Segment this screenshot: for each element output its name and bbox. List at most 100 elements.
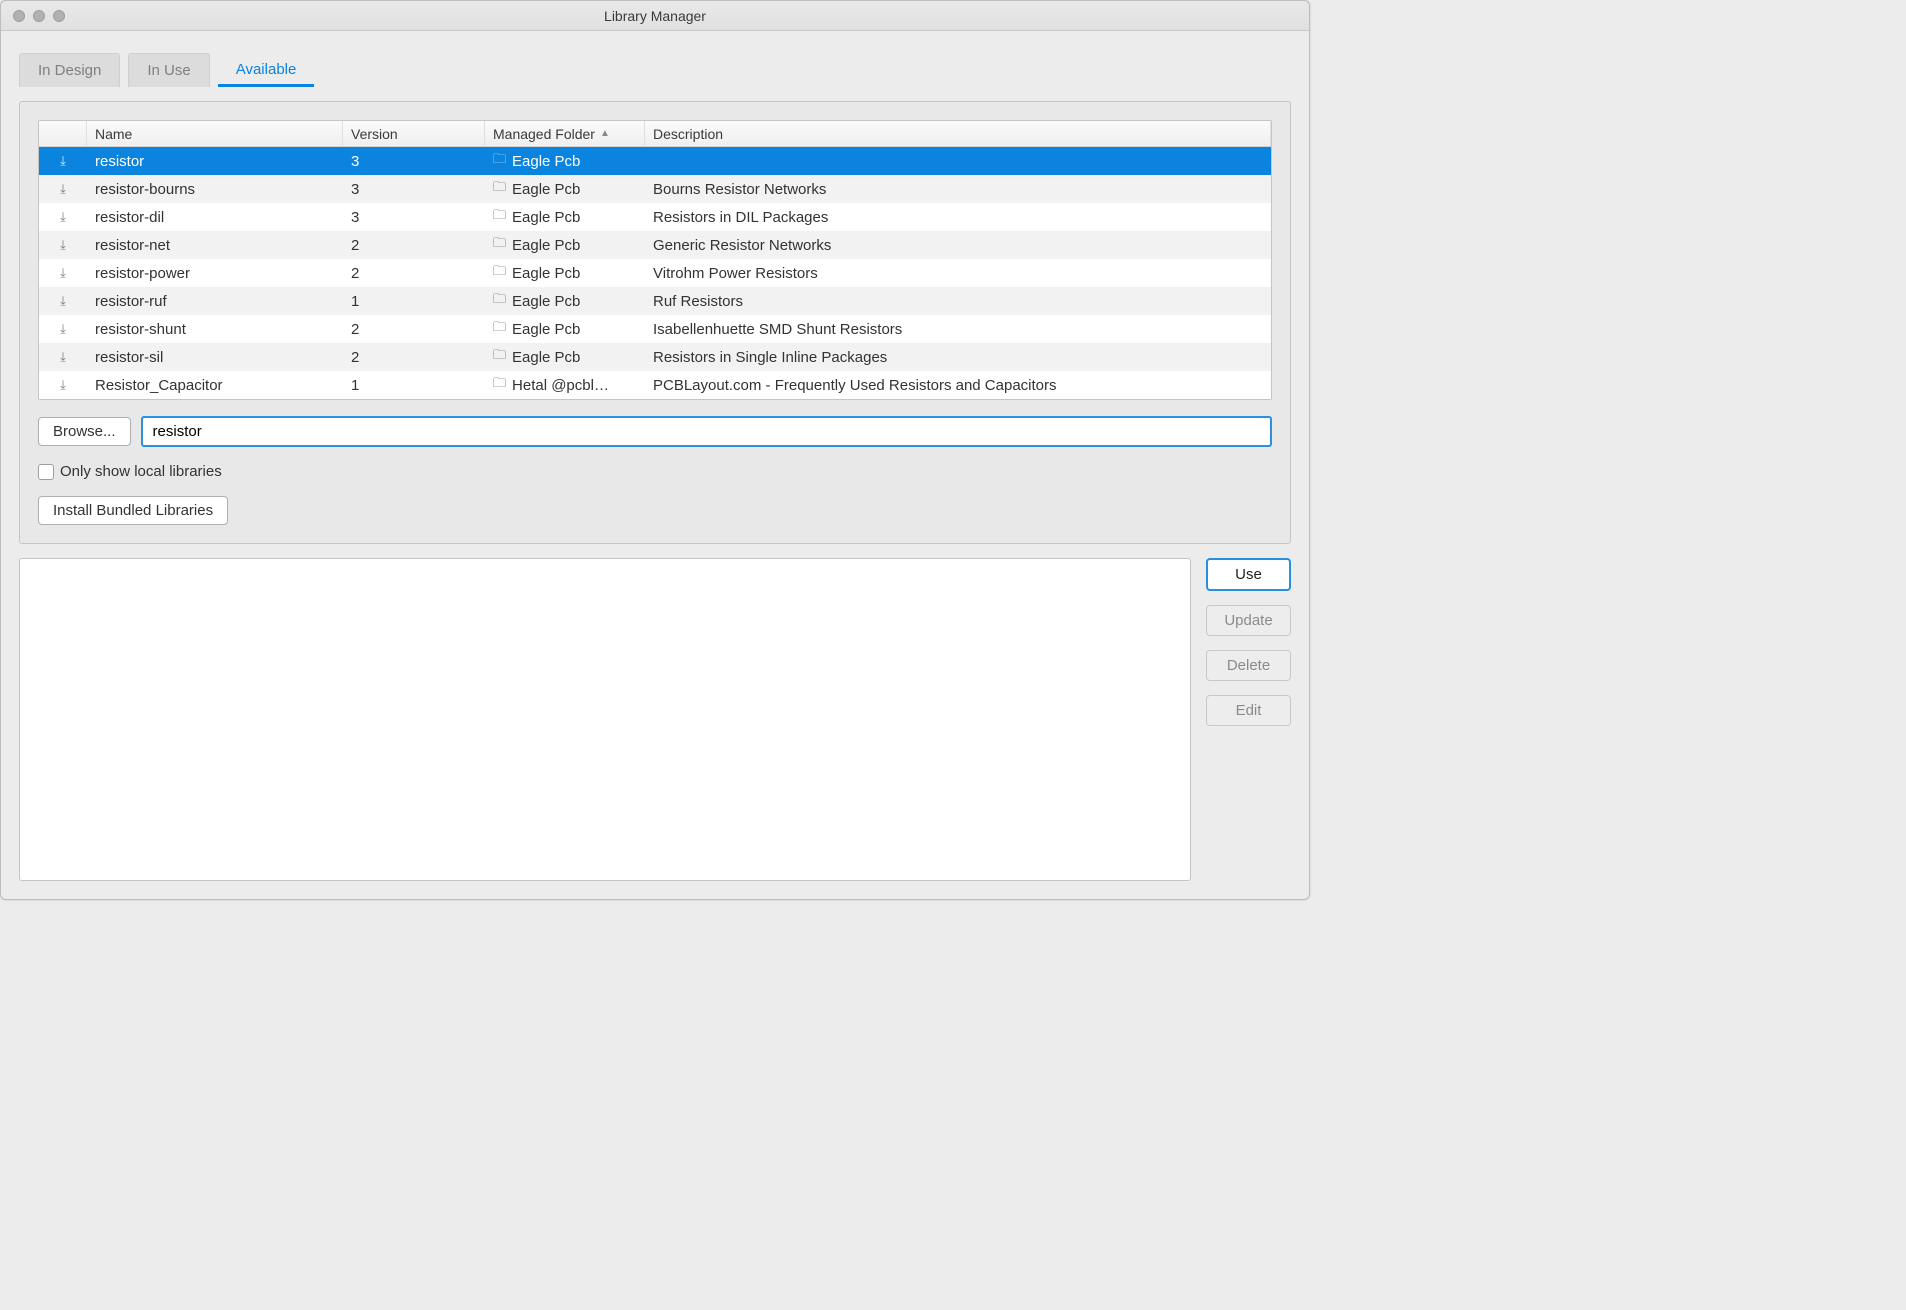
library-folder-label: Hetal @pcbl… bbox=[512, 377, 609, 394]
side-buttons: Use Update Delete Edit bbox=[1206, 558, 1291, 881]
available-panel: Name Version Managed Folder ▲ Descriptio… bbox=[19, 101, 1291, 544]
detail-panel bbox=[19, 558, 1191, 881]
table-row[interactable]: ⤓resistor-dil3 🗀 Eagle Pcb Resistors in DIL… bbox=[39, 203, 1271, 231]
folder-icon: 🗀 bbox=[493, 262, 506, 284]
column-header-name[interactable]: Name bbox=[87, 121, 343, 146]
column-header-folder-label: Managed Folder bbox=[493, 126, 595, 142]
library-name-cell: resistor bbox=[87, 153, 343, 170]
install-bundled-button[interactable]: Install Bundled Libraries bbox=[38, 496, 228, 525]
library-table: Name Version Managed Folder ▲ Descriptio… bbox=[38, 120, 1272, 400]
download-icon: ⤓ bbox=[39, 265, 87, 281]
column-header-description[interactable]: Description bbox=[645, 121, 1271, 146]
column-header-description-label: Description bbox=[653, 126, 723, 142]
table-row[interactable]: ⤓resistor-ruf1🗀Eagle PcbRuf Resistors bbox=[39, 287, 1271, 315]
folder-icon: 🗀 bbox=[493, 374, 506, 396]
library-name-cell: Resistor_Capacitor bbox=[87, 377, 343, 394]
download-icon: ⤓ bbox=[39, 349, 87, 365]
column-header-managed-folder[interactable]: Managed Folder ▲ bbox=[485, 121, 645, 146]
close-window-button[interactable] bbox=[13, 10, 25, 22]
library-name-cell: resistor-ruf bbox=[87, 293, 343, 310]
content-area: In Design In Use Available Name Version … bbox=[1, 31, 1309, 899]
library-description-cell: Isabellenhuette SMD Shunt Resistors bbox=[645, 321, 1271, 338]
only-local-label: Only show local libraries bbox=[60, 463, 222, 480]
table-row[interactable]: ⤓resistor3 🗀 Eagle Pcb bbox=[39, 147, 1271, 175]
library-folder-cell: 🗀 Eagle Pcb bbox=[485, 206, 645, 228]
folder-icon: 🗀 bbox=[493, 318, 506, 340]
tab-in-use[interactable]: In Use bbox=[128, 53, 209, 87]
library-description-cell: Generic Resistor Networks bbox=[645, 237, 1271, 254]
folder-icon: 🗀 bbox=[493, 290, 506, 312]
window-title: Library Manager bbox=[1, 8, 1309, 24]
folder-icon: 🗀 bbox=[493, 178, 506, 200]
library-folder-label: Eagle Pcb bbox=[512, 181, 580, 198]
library-description-cell: Bourns Resistor Networks bbox=[645, 181, 1271, 198]
use-button[interactable]: Use bbox=[1206, 558, 1291, 591]
table-header-row: Name Version Managed Folder ▲ Descriptio… bbox=[39, 121, 1271, 147]
library-name-cell: resistor-dil bbox=[87, 209, 343, 226]
titlebar: Library Manager bbox=[1, 1, 1309, 31]
bottom-row: Use Update Delete Edit bbox=[19, 558, 1291, 881]
tab-in-design[interactable]: In Design bbox=[19, 53, 120, 87]
library-version-cell: 1 bbox=[343, 377, 485, 394]
update-button[interactable]: Update bbox=[1206, 605, 1291, 636]
folder-icon: 🗀 bbox=[493, 206, 506, 228]
library-folder-cell: 🗀 Eagle Pcb bbox=[485, 150, 645, 172]
library-folder-label: Eagle Pcb bbox=[512, 293, 580, 310]
library-name-cell: resistor-power bbox=[87, 265, 343, 282]
table-row[interactable]: ⤓resistor-power2 🗀 Eagle Pcb Vitrohm Power … bbox=[39, 259, 1271, 287]
download-icon: ⤓ bbox=[39, 181, 87, 197]
library-description-cell: Vitrohm Power Resistors bbox=[645, 265, 1271, 282]
download-icon: ⤓ bbox=[39, 153, 87, 169]
library-folder-label: Eagle Pcb bbox=[512, 209, 580, 226]
table-row[interactable]: ⤓resistor-net2🗀Eagle PcbGeneric Resistor… bbox=[39, 231, 1271, 259]
library-folder-cell: 🗀 Eagle Pcb bbox=[485, 318, 645, 340]
folder-icon: 🗀 bbox=[493, 150, 506, 172]
library-folder-cell: 🗀 Eagle Pcb bbox=[485, 346, 645, 368]
download-icon: ⤓ bbox=[39, 237, 87, 253]
column-header-name-label: Name bbox=[95, 126, 132, 142]
download-icon: ⤓ bbox=[39, 209, 87, 225]
library-version-cell: 1 bbox=[343, 293, 485, 310]
column-header-version[interactable]: Version bbox=[343, 121, 485, 146]
search-row: Browse... bbox=[38, 416, 1272, 447]
library-folder-label: Eagle Pcb bbox=[512, 265, 580, 282]
edit-button[interactable]: Edit bbox=[1206, 695, 1291, 726]
library-folder-label: Eagle Pcb bbox=[512, 153, 580, 170]
library-description-cell: PCBLayout.com - Frequently Used Resistor… bbox=[645, 377, 1271, 394]
sort-ascending-icon: ▲ bbox=[600, 128, 610, 139]
column-header-version-label: Version bbox=[351, 126, 398, 142]
search-input[interactable] bbox=[141, 416, 1272, 447]
window-controls bbox=[1, 10, 65, 22]
only-local-checkbox-row[interactable]: Only show local libraries bbox=[38, 463, 1272, 480]
only-local-checkbox[interactable] bbox=[38, 464, 54, 480]
table-row[interactable]: ⤓resistor-shunt2🗀Eagle PcbIsabellenhuett… bbox=[39, 315, 1271, 343]
delete-button[interactable]: Delete bbox=[1206, 650, 1291, 681]
library-version-cell: 3 bbox=[343, 209, 485, 226]
library-version-cell: 2 bbox=[343, 321, 485, 338]
library-description-cell: Ruf Resistors bbox=[645, 293, 1271, 310]
library-name-cell: resistor-sil bbox=[87, 349, 343, 366]
library-folder-cell: 🗀 Eagle Pcb bbox=[485, 262, 645, 284]
folder-icon: 🗀 bbox=[493, 346, 506, 368]
tab-available[interactable]: Available bbox=[218, 53, 315, 87]
library-version-cell: 3 bbox=[343, 181, 485, 198]
table-body: ⤓resistor3🗀Eagle Pcb⤓resistor-bourns3🗀Ea… bbox=[39, 147, 1271, 399]
table-row[interactable]: ⤓Resistor_Capacitor1 🗀 Hetal @pcbl… PCBLayo… bbox=[39, 371, 1271, 399]
library-name-cell: resistor-bourns bbox=[87, 181, 343, 198]
zoom-window-button[interactable] bbox=[53, 10, 65, 22]
library-folder-label: Eagle Pcb bbox=[512, 349, 580, 366]
browse-button[interactable]: Browse... bbox=[38, 417, 131, 446]
minimize-window-button[interactable] bbox=[33, 10, 45, 22]
download-icon: ⤓ bbox=[39, 321, 87, 337]
column-header-icon[interactable] bbox=[39, 121, 87, 146]
tab-bar: In Design In Use Available bbox=[19, 49, 1291, 87]
library-version-cell: 2 bbox=[343, 265, 485, 282]
library-description-cell: Resistors in Single Inline Packages bbox=[645, 349, 1271, 366]
library-folder-label: Eagle Pcb bbox=[512, 321, 580, 338]
table-row[interactable]: ⤓resistor-sil2🗀Eagle PcbResistors in Sin… bbox=[39, 343, 1271, 371]
library-version-cell: 3 bbox=[343, 153, 485, 170]
table-row[interactable]: ⤓resistor-bourns3 🗀 Eagle Pcb Bourns Resist… bbox=[39, 175, 1271, 203]
library-folder-cell: 🗀 Hetal @pcbl… bbox=[485, 374, 645, 396]
library-description-cell: Resistors in DIL Packages bbox=[645, 209, 1271, 226]
download-icon: ⤓ bbox=[39, 377, 87, 393]
